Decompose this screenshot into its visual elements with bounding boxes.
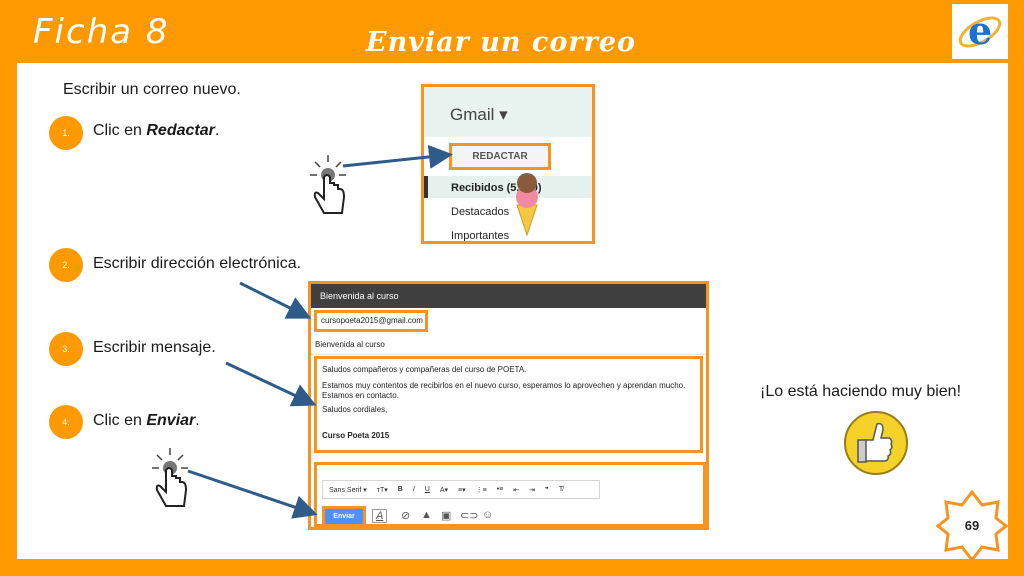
page-number-badge: 69 <box>936 490 1008 562</box>
arrow-to-compose-button <box>342 144 453 169</box>
callout-arrows <box>187 144 453 519</box>
thumbs-up-icon <box>843 410 909 481</box>
praise-text: ¡Lo está haciendo muy bien! <box>760 383 962 400</box>
page-number: 69 <box>964 518 980 533</box>
arrow-to-to-field <box>239 281 312 319</box>
arrow-to-message-body <box>225 361 317 407</box>
arrow-to-send-button <box>187 469 318 519</box>
